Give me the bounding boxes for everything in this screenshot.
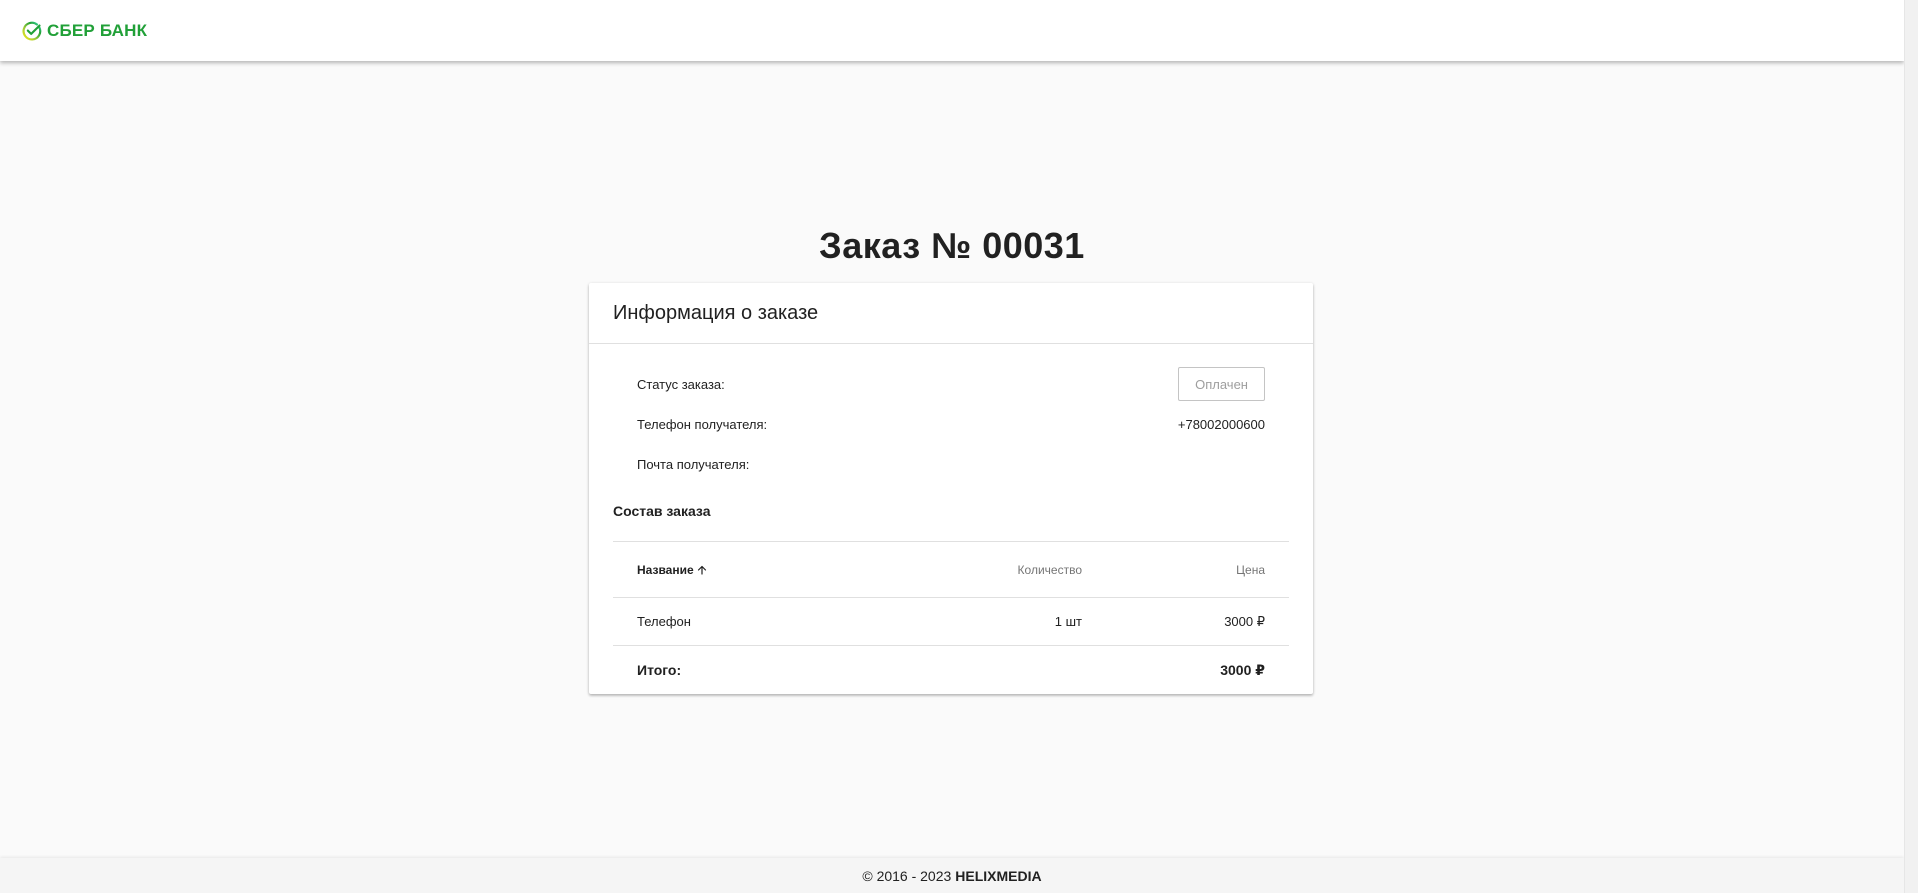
table-total-row: Итого: 3000 ₽ [613, 646, 1289, 694]
page-scrollbar[interactable] [1904, 0, 1918, 893]
order-items-table: Название Количество Цена Телефон 1 шт 30… [613, 541, 1289, 694]
column-header-name[interactable]: Название [637, 563, 862, 577]
logo-text: СБЕР БАНК [47, 20, 148, 40]
item-name: Телефон [637, 614, 691, 629]
email-row: Почта получателя: [637, 447, 1265, 481]
total-value: 3000 ₽ [1220, 661, 1265, 678]
sber-logo-icon [22, 21, 42, 40]
total-label: Итого: [637, 662, 682, 678]
page-title: Заказ № 00031 [819, 225, 1085, 266]
email-label: Почта получателя: [637, 456, 750, 472]
status-badge: Оплачен [1178, 367, 1265, 401]
phone-label: Телефон получателя: [637, 416, 768, 432]
table-header-row: Название Количество Цена [613, 542, 1289, 598]
phone-row: Телефон получателя: +78002000600 [637, 407, 1265, 441]
column-header-quantity[interactable]: Количество [862, 563, 1082, 577]
phone-value: +78002000600 [1177, 416, 1265, 432]
order-info-card: Информация о заказе Статус заказа: Оплач… [589, 283, 1313, 694]
card-title: Информация о заказе [589, 283, 1313, 344]
column-header-price[interactable]: Цена [1082, 563, 1265, 577]
sber-logo[interactable]: СБЕР БАНК [22, 21, 147, 41]
status-row: Статус заказа: Оплачен [637, 367, 1265, 401]
arrow-up-icon[interactable] [696, 564, 708, 576]
table-row: Телефон 1 шт 3000 ₽ [613, 598, 1289, 646]
item-price: 3000 ₽ [1224, 613, 1265, 629]
top-header: СБЕР БАНК [0, 0, 1904, 61]
main-content: Заказ № 00031 Информация о заказе Статус… [0, 61, 1904, 858]
order-items-title: Состав заказа [613, 503, 711, 519]
item-quantity: 1 шт [1054, 614, 1082, 629]
column-header-name-label: Название [637, 562, 694, 577]
footer-copyright: © 2016 - 2023 [862, 867, 952, 884]
status-label: Статус заказа: [637, 376, 725, 392]
footer-company: HELIXMEDIA [955, 867, 1042, 884]
footer: © 2016 - 2023 HELIXMEDIA [0, 858, 1904, 893]
